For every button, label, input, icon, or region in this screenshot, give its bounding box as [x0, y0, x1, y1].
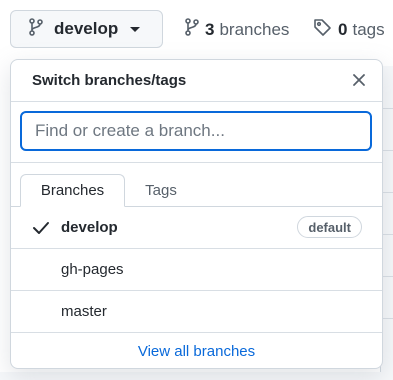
- branch-selector-button[interactable]: develop: [10, 10, 163, 48]
- close-icon[interactable]: [348, 69, 370, 91]
- branch-name: develop: [61, 219, 118, 236]
- tags-count: 0: [338, 20, 348, 39]
- branches-count: 3: [205, 19, 215, 39]
- branch-name: gh-pages: [61, 261, 124, 278]
- branch-list: develop default gh-pages master: [11, 207, 382, 333]
- current-branch-name: develop: [54, 19, 119, 38]
- tab-branches[interactable]: Branches: [20, 174, 125, 207]
- branch-item-master[interactable]: master: [11, 291, 382, 333]
- branch-item-gh-pages[interactable]: gh-pages: [11, 249, 382, 291]
- tags-label: tags: [352, 20, 385, 39]
- default-badge: default: [297, 216, 362, 238]
- branch-item-develop[interactable]: develop default: [11, 207, 382, 249]
- branch-name: master: [61, 303, 107, 320]
- view-all-branches-link[interactable]: View all branches: [11, 333, 382, 368]
- git-branch-icon: [29, 17, 43, 41]
- git-branch-icon: [185, 18, 199, 41]
- popover-title: Switch branches/tags: [32, 72, 187, 89]
- tag-icon: [313, 18, 332, 42]
- filter-section: [11, 101, 382, 163]
- branch-search-input[interactable]: [20, 111, 372, 151]
- branches-count-link[interactable]: 3 branches: [185, 18, 289, 41]
- branch-tag-tabs: Branches Tags: [11, 163, 382, 207]
- branch-switcher-popover: Switch branches/tags Branches Tags devel…: [10, 59, 383, 369]
- branches-label: branches: [219, 19, 290, 39]
- check-icon: [32, 220, 50, 236]
- background-footer: [0, 372, 393, 380]
- tags-count-link[interactable]: 0 tags: [313, 18, 385, 42]
- tab-tags[interactable]: Tags: [126, 174, 196, 207]
- popover-header: Switch branches/tags: [11, 60, 382, 102]
- triangle-down-icon: [130, 26, 141, 32]
